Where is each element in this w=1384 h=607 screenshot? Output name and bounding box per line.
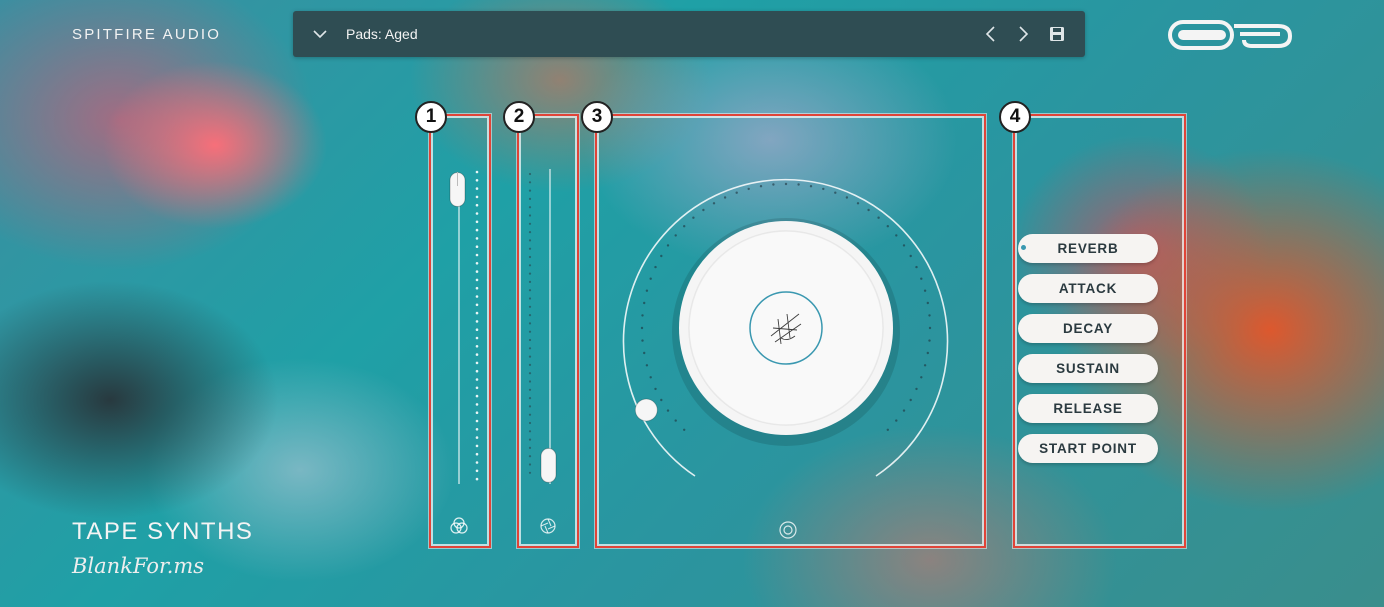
param-label: REVERB xyxy=(1057,241,1119,256)
param-label: DECAY xyxy=(1062,321,1114,336)
chevron-down-icon[interactable] xyxy=(311,25,329,43)
preset-bar[interactable]: Pads: Aged xyxy=(293,11,1085,57)
param-label: RELEASE xyxy=(1053,401,1123,416)
filter-icon[interactable] xyxy=(450,517,468,535)
save-icon[interactable] xyxy=(1047,24,1067,44)
param-label: START POINT xyxy=(1039,441,1137,456)
param-sustain-button[interactable]: SUSTAIN xyxy=(1018,354,1158,383)
param-attack-button[interactable]: ATTACK xyxy=(1018,274,1158,303)
target-icon[interactable] xyxy=(778,520,798,540)
volume-slider[interactable] xyxy=(429,114,487,544)
param-label: SUSTAIN xyxy=(1056,361,1120,376)
product-logo xyxy=(1168,20,1293,50)
aperture-icon[interactable] xyxy=(539,517,557,535)
product-title: TAPE SYNTHS xyxy=(72,518,254,545)
arrow-left-icon[interactable] xyxy=(981,24,1001,44)
param-reverb-button[interactable]: REVERB xyxy=(1018,234,1158,263)
param-release-button[interactable]: RELEASE xyxy=(1018,394,1158,423)
arrow-right-icon[interactable] xyxy=(1013,24,1033,44)
main-dial[interactable] xyxy=(595,114,982,544)
brand-name: SPITFIRE AUDIO xyxy=(72,26,222,43)
param-label: ATTACK xyxy=(1058,281,1118,296)
param-decay-button[interactable]: DECAY xyxy=(1018,314,1158,343)
preset-name[interactable]: Pads: Aged xyxy=(346,26,418,42)
callout-badge-4: 4 xyxy=(999,101,1031,133)
expression-slider[interactable] xyxy=(517,114,575,544)
product-subtitle: BlankFor.ms xyxy=(72,554,205,578)
param-start-point-button[interactable]: START POINT xyxy=(1018,434,1158,463)
selected-indicator-dot xyxy=(1021,245,1026,250)
